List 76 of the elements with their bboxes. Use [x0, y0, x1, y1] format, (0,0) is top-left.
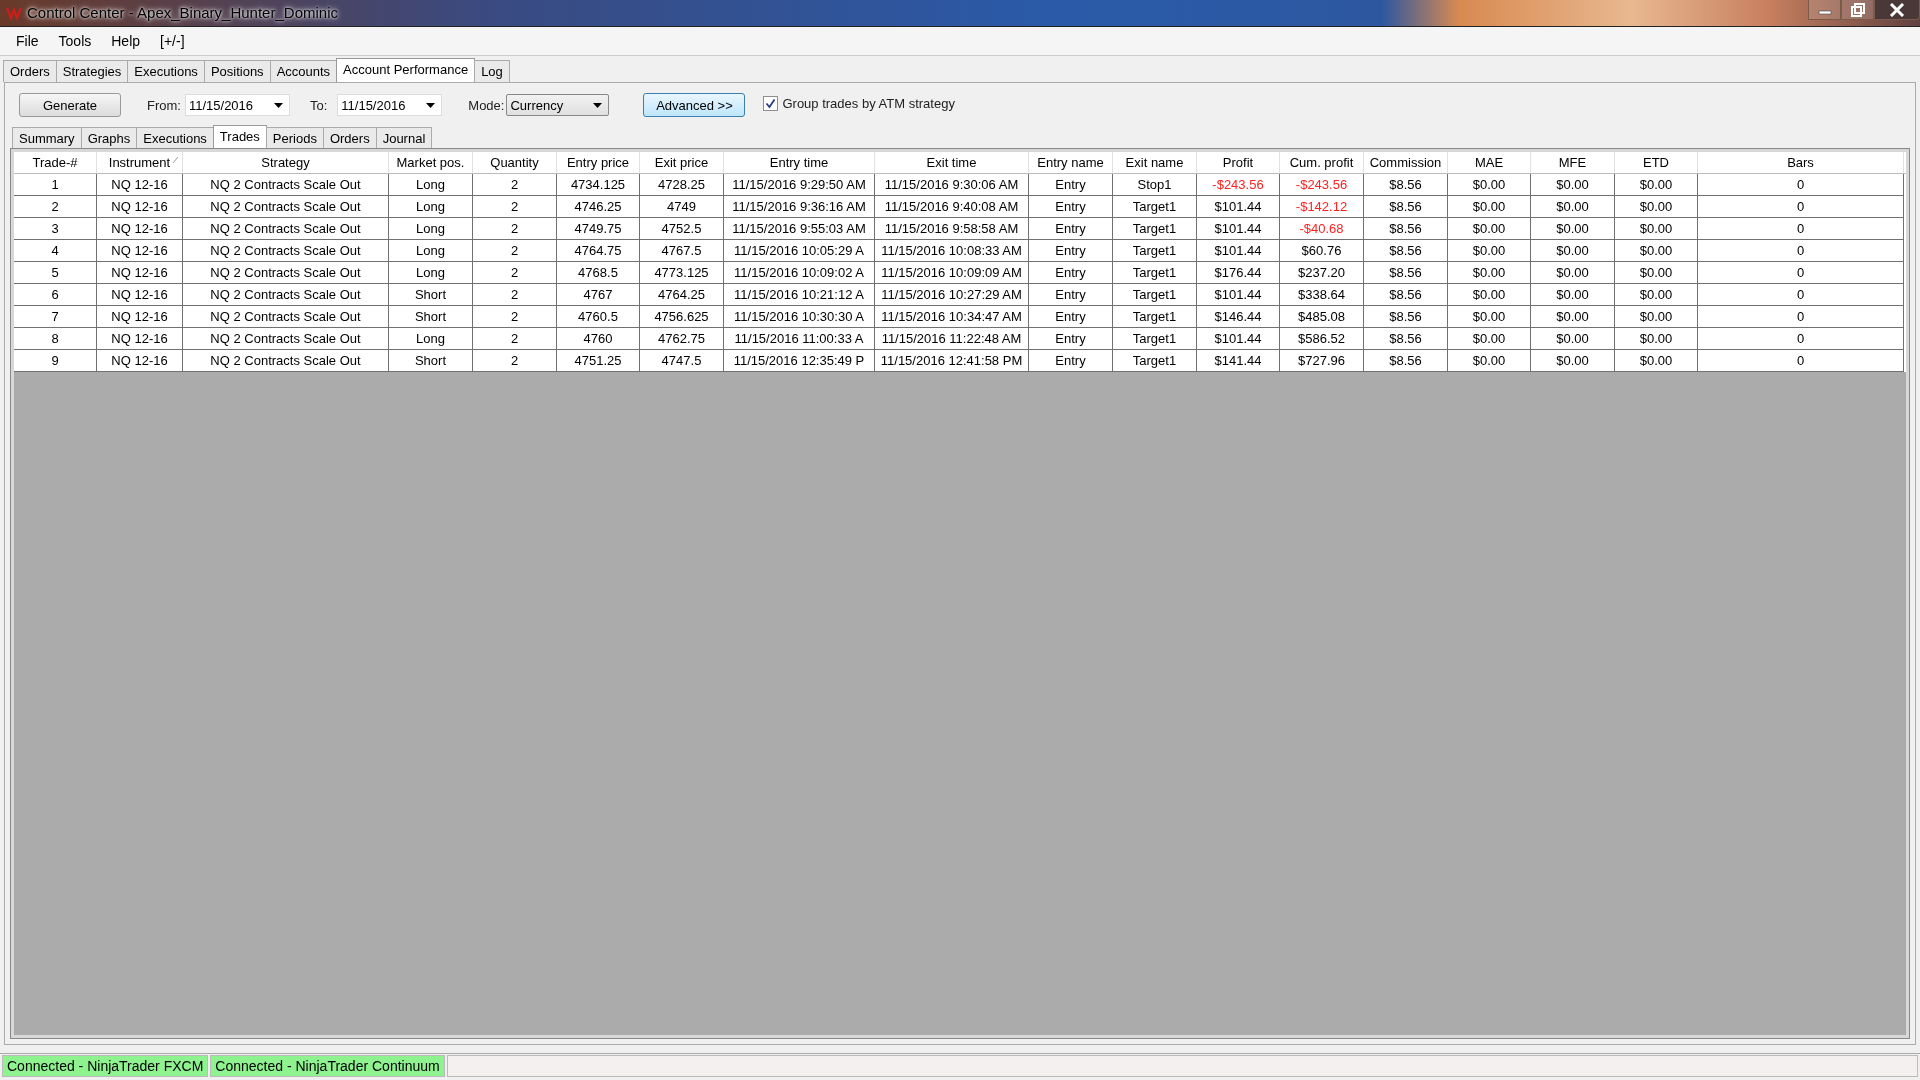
- table-cell: NQ 12-16: [97, 350, 183, 372]
- tab[interactable]: Periods: [265, 127, 324, 149]
- table-cell: Entry: [1029, 350, 1113, 372]
- connection-status: Connected - NinjaTrader Continuum: [210, 1055, 445, 1077]
- advanced-button[interactable]: Advanced >>: [643, 93, 746, 117]
- menu-item[interactable]: Tools: [48, 33, 102, 49]
- table-cell: NQ 2 Contracts Scale Out: [183, 350, 389, 372]
- to-date-picker[interactable]: 11/15/2016: [337, 94, 443, 116]
- column-header[interactable]: ETD: [1615, 152, 1698, 173]
- table-cell: 11/15/2016 12:41:58 PM: [875, 350, 1029, 372]
- column-header[interactable]: Strategy: [183, 152, 389, 173]
- tab[interactable]: Summary: [12, 127, 82, 149]
- mode-label: Mode:: [468, 97, 505, 113]
- column-header[interactable]: Trade-#: [14, 152, 97, 173]
- column-header[interactable]: Commission: [1364, 152, 1448, 173]
- menu-item[interactable]: File: [6, 33, 49, 49]
- table-cell: Target1: [1113, 350, 1197, 372]
- connection-status: Connected - NinjaTrader FXCM: [2, 1055, 209, 1077]
- menu-item[interactable]: Help: [101, 33, 151, 49]
- table-cell: $0.00: [1615, 350, 1698, 372]
- from-date-picker[interactable]: 11/15/2016: [184, 94, 290, 116]
- close-button[interactable]: [1874, 0, 1920, 20]
- caret-icon: [273, 102, 283, 108]
- minimize-button[interactable]: [1808, 0, 1841, 20]
- column-header[interactable]: Bars: [1698, 152, 1904, 173]
- column-header[interactable]: Market pos.: [389, 152, 473, 173]
- checkbox-label: Group trades by ATM strategy: [782, 95, 955, 111]
- table-cell: $141.44: [1197, 350, 1280, 372]
- column-header[interactable]: MFE: [1531, 152, 1615, 173]
- column-header[interactable]: Exit time: [875, 152, 1029, 173]
- column-header[interactable]: Entry time: [724, 152, 875, 173]
- menu-item[interactable]: [+/-]: [150, 33, 195, 49]
- tab[interactable]: Orders: [3, 60, 57, 82]
- window-title: Control Center - Apex_Binary_Hunter_Dominic: [27, 4, 338, 21]
- column-header[interactable]: Cum. profit: [1280, 152, 1364, 173]
- restore-icon: [1849, 1, 1866, 18]
- from-label: From:: [147, 97, 181, 113]
- column-header[interactable]: Exit price: [640, 152, 724, 173]
- checkbox[interactable]: [763, 95, 779, 111]
- caret-icon: [593, 102, 603, 108]
- table-cell: $0.00: [1448, 350, 1531, 372]
- mode-dropdown[interactable]: Currency: [506, 94, 610, 116]
- tab[interactable]: Account Performance: [336, 58, 476, 82]
- tab[interactable]: Journal: [375, 127, 433, 149]
- tab[interactable]: Strategies: [55, 60, 129, 82]
- tab[interactable]: Log: [474, 60, 510, 82]
- app-logo-icon: [6, 5, 22, 20]
- column-header[interactable]: Quantity: [473, 152, 557, 173]
- close-icon: [1889, 2, 1905, 17]
- table-cell: 4751.25: [557, 350, 640, 372]
- column-header[interactable]: Entry name: [1029, 152, 1113, 173]
- column-header[interactable]: Entry price: [557, 152, 640, 173]
- to-label: To:: [309, 97, 328, 113]
- tab[interactable]: Positions: [203, 60, 271, 82]
- table-cell: $727.96: [1280, 350, 1364, 372]
- table-cell: 11/15/2016 12:35:49 P: [724, 350, 875, 372]
- tab[interactable]: Executions: [127, 60, 205, 82]
- table-cell: $8.56: [1364, 350, 1448, 372]
- tab[interactable]: Accounts: [269, 60, 338, 82]
- caret-icon: [426, 102, 436, 108]
- table-cell: 4747.5: [640, 350, 724, 372]
- table-cell: 9: [14, 350, 97, 372]
- column-header[interactable]: Profit: [1197, 152, 1280, 173]
- table-cell: $0.00: [1531, 350, 1615, 372]
- tab[interactable]: Trades: [212, 125, 267, 149]
- column-header[interactable]: Exit name: [1113, 152, 1197, 173]
- table-cell: Short: [389, 350, 473, 372]
- restore-button[interactable]: [1841, 0, 1874, 20]
- table-cell: 2: [473, 350, 557, 372]
- generate-button[interactable]: Generate: [19, 93, 121, 117]
- column-header[interactable]: Instrument: [97, 152, 183, 173]
- column-header[interactable]: MAE: [1448, 152, 1531, 173]
- table-cell: 0: [1698, 350, 1904, 372]
- tab[interactable]: Executions: [136, 127, 214, 149]
- tab[interactable]: Graphs: [80, 127, 138, 149]
- tab[interactable]: Orders: [322, 127, 377, 149]
